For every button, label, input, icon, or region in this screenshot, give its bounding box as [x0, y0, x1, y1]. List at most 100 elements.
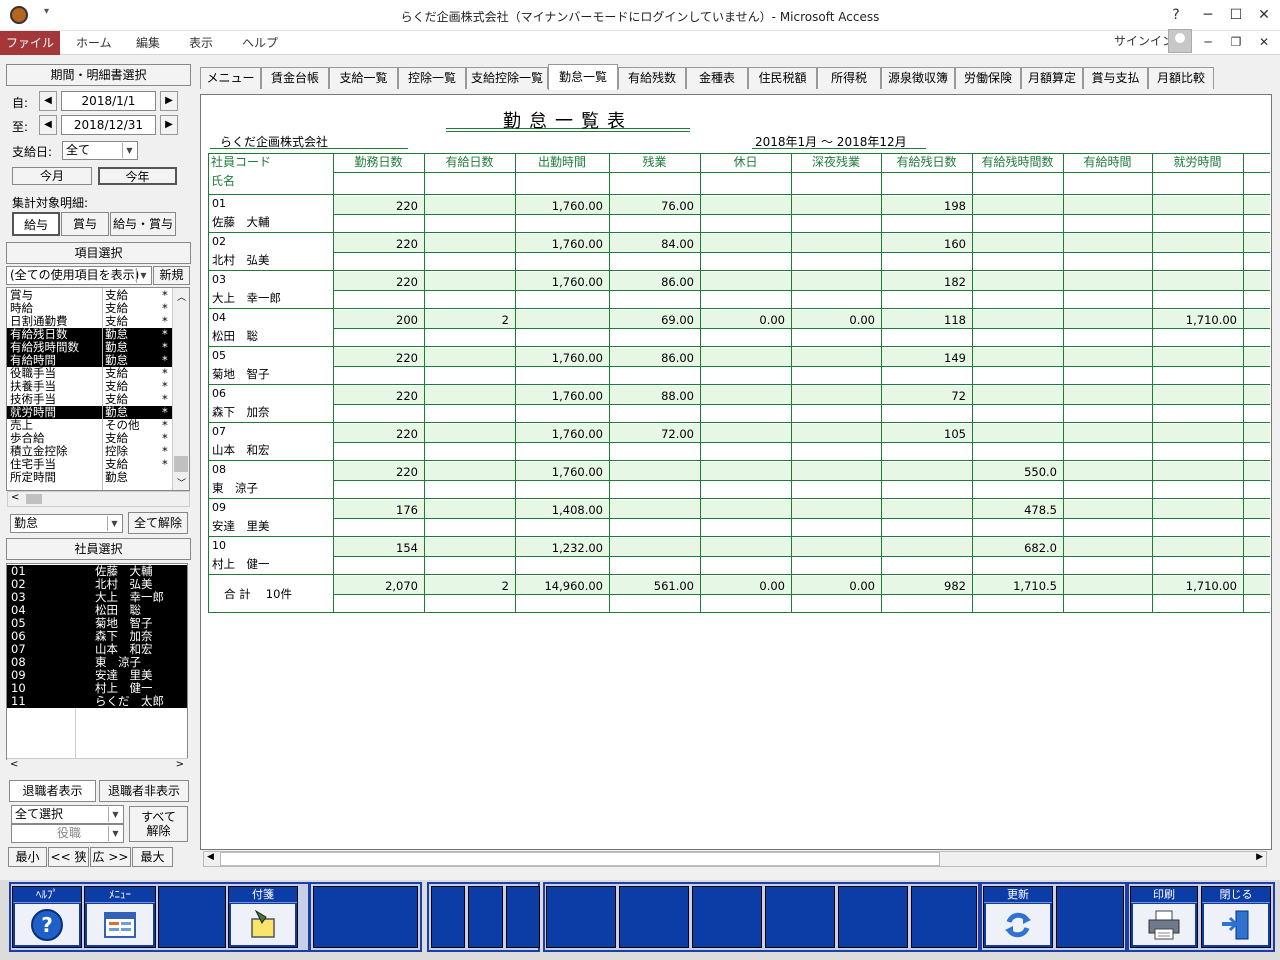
help-question-icon[interactable]: ?	[1164, 4, 1188, 26]
total-cell: 2,070	[385, 579, 418, 593]
position-select[interactable]: 役職 ▼	[11, 824, 124, 843]
to-prev-arrow-icon[interactable]: ◀	[39, 115, 57, 135]
retired-hide-button[interactable]: 退職者非表示	[99, 780, 189, 802]
zoom-wide-button[interactable]: 広 >>	[90, 847, 131, 867]
zoom-narrow-button[interactable]: << 狭	[48, 847, 89, 867]
fkey-blank[interactable]	[838, 886, 908, 948]
from-next-arrow-icon[interactable]: ▶	[160, 91, 178, 111]
tab-14[interactable]: 月額比較	[1148, 67, 1214, 89]
item-list-hscrollbar[interactable]: <	[7, 491, 190, 507]
ribbon-tab-view[interactable]: 表示	[189, 31, 213, 55]
fkey-sticky-note-icon[interactable]: 付箋	[228, 886, 298, 948]
fkey-blank[interactable]	[692, 886, 762, 948]
tab-13[interactable]: 賞与支払	[1083, 67, 1148, 89]
chevron-down-icon[interactable]: ▼	[108, 807, 122, 822]
fkey-exit-door-icon[interactable]: 閉じる	[1201, 886, 1271, 948]
retired-show-button[interactable]: 退職者表示	[9, 780, 96, 802]
table-cell: 220	[396, 351, 418, 365]
new-item-button[interactable]: 新規	[153, 266, 190, 285]
fkey-help-icon[interactable]: ﾍﾙﾌﾟ?	[12, 886, 82, 948]
chevron-up-icon[interactable]: ︿	[177, 290, 186, 303]
this-year-button[interactable]: 今年	[98, 167, 177, 185]
target-bonus-button[interactable]: 賞与	[61, 212, 109, 236]
fkey-blank[interactable]	[765, 886, 835, 948]
chevron-down-icon[interactable]: ▼	[136, 268, 150, 283]
from-prev-arrow-icon[interactable]: ◀	[39, 91, 57, 111]
fkey-blank[interactable]	[158, 886, 226, 948]
item-filter-select[interactable]: (全ての使用項目を表示) ▼	[6, 266, 152, 285]
category-select[interactable]: 勤怠 ▼	[10, 514, 123, 533]
fkey-blank[interactable]	[468, 886, 503, 948]
scroll-right-arrow-icon[interactable]: ▶	[1256, 852, 1263, 862]
file-tab[interactable]: ファイル	[0, 31, 60, 55]
fkey-printer-icon[interactable]: 印刷	[1130, 886, 1198, 948]
chevron-down-icon[interactable]: ﹀	[177, 476, 186, 489]
chevron-left-icon[interactable]: <	[11, 492, 19, 503]
item-list[interactable]: 賞与 支給 * 時給 支給 * 日割通勤費 支給 * 有給残日数 勤怠 * 有給残時間数 勤怠 * 有給時間勤…	[6, 287, 190, 491]
fkey-menu-icon[interactable]: ﾒﾆｭｰ	[84, 886, 156, 948]
tab-10[interactable]: 源泉徴収簿	[881, 67, 955, 89]
item-list-scrollbar[interactable]: ︿ ﹀	[172, 288, 189, 490]
doc-close-icon[interactable]: ✕	[1252, 31, 1276, 53]
ribbon-tab-help[interactable]: ヘルプ	[242, 31, 278, 55]
list-item[interactable]: 所定時間 勤怠	[7, 471, 173, 484]
list-item[interactable]: 11 らくだ 太郎	[7, 695, 187, 708]
emp-list-hscrollbar[interactable]: < >	[7, 758, 188, 774]
fkey-blank[interactable]	[911, 886, 977, 948]
from-date-field[interactable]: 2018/1/1	[61, 91, 156, 111]
fkey-blank[interactable]	[619, 886, 689, 948]
tab-3[interactable]: 控除一覧	[398, 67, 466, 89]
tab-9[interactable]: 所得税	[817, 67, 881, 89]
report-scroll-thumb[interactable]	[220, 852, 940, 866]
fkey-blank[interactable]	[313, 886, 418, 948]
tab-11[interactable]: 労働保険	[955, 67, 1021, 89]
fkey-blank[interactable]	[1056, 886, 1124, 948]
payday-select[interactable]: 全て ▼	[62, 141, 138, 160]
fkey-blank[interactable]	[506, 886, 540, 948]
target-salary-button[interactable]: 給与	[12, 212, 60, 236]
chevron-down-icon[interactable]: ▼	[122, 143, 136, 158]
fkey-refresh-icon[interactable]: 更新	[983, 886, 1053, 948]
restore-icon[interactable]: ❐	[1224, 31, 1248, 53]
ribbon-tab-edit[interactable]: 編集	[136, 31, 160, 55]
to-date-field[interactable]: 2018/12/31	[61, 115, 156, 135]
release-all-button[interactable]: すべて 解除	[129, 806, 188, 842]
quick-access-dropdown-icon[interactable]: ▾	[44, 6, 49, 17]
fkey-blank[interactable]	[431, 886, 465, 948]
chevron-down-icon[interactable]: ▼	[108, 826, 122, 841]
tab-4[interactable]: 支給控除一覧	[466, 67, 548, 89]
tab-1[interactable]: 賃金台帳	[261, 67, 329, 89]
clear-all-button[interactable]: 全て解除	[128, 512, 188, 534]
this-month-button[interactable]: 今月	[12, 167, 92, 185]
zoom-max-button[interactable]: 最大	[132, 847, 173, 867]
chevron-right-icon[interactable]: >	[176, 759, 184, 770]
chevron-down-icon[interactable]: ▼	[107, 516, 121, 531]
app-icon[interactable]	[10, 6, 28, 24]
tab-8[interactable]: 住民税額	[748, 67, 817, 89]
signin-link[interactable]: サインイン	[1114, 31, 1174, 51]
tab-7[interactable]: 金種表	[686, 67, 748, 89]
tab-12[interactable]: 月額算定	[1021, 67, 1083, 89]
to-next-arrow-icon[interactable]: ▶	[160, 115, 178, 135]
col-line	[1063, 153, 1064, 613]
tab-6[interactable]: 有給残数	[618, 67, 686, 89]
tab-2[interactable]: 支給一覧	[329, 67, 398, 89]
scroll-thumb[interactable]	[174, 456, 188, 472]
tab-0[interactable]: メニュー	[200, 67, 261, 89]
ribbon-tab-home[interactable]: ホーム	[76, 31, 112, 55]
minimize-icon[interactable]: ─	[1196, 4, 1220, 26]
scroll-thumb[interactable]	[26, 494, 42, 504]
table-cell: 118	[944, 313, 966, 327]
avatar[interactable]	[1168, 29, 1192, 53]
scroll-left-arrow-icon[interactable]: ◀	[207, 852, 214, 862]
target-both-button[interactable]: 給与・賞与	[110, 212, 176, 236]
ribbon-minimize-icon[interactable]: ─	[1196, 31, 1220, 53]
fkey-blank[interactable]	[546, 886, 616, 948]
tab-5[interactable]: 勤怠一覧	[548, 64, 618, 90]
chevron-left-icon[interactable]: <	[10, 759, 18, 770]
employee-list[interactable]: 01 佐藤 大輔 02 北村 弘美 03 大上 幸一郎 04 松田 聡 05 菊地 智子 06 森下 …	[6, 563, 188, 760]
maximize-icon[interactable]: ☐	[1224, 4, 1248, 26]
zoom-min-button[interactable]: 最小	[8, 847, 47, 867]
select-all-select[interactable]: 全て選択 ▼	[11, 805, 124, 824]
close-icon[interactable]: ✕	[1252, 4, 1276, 26]
